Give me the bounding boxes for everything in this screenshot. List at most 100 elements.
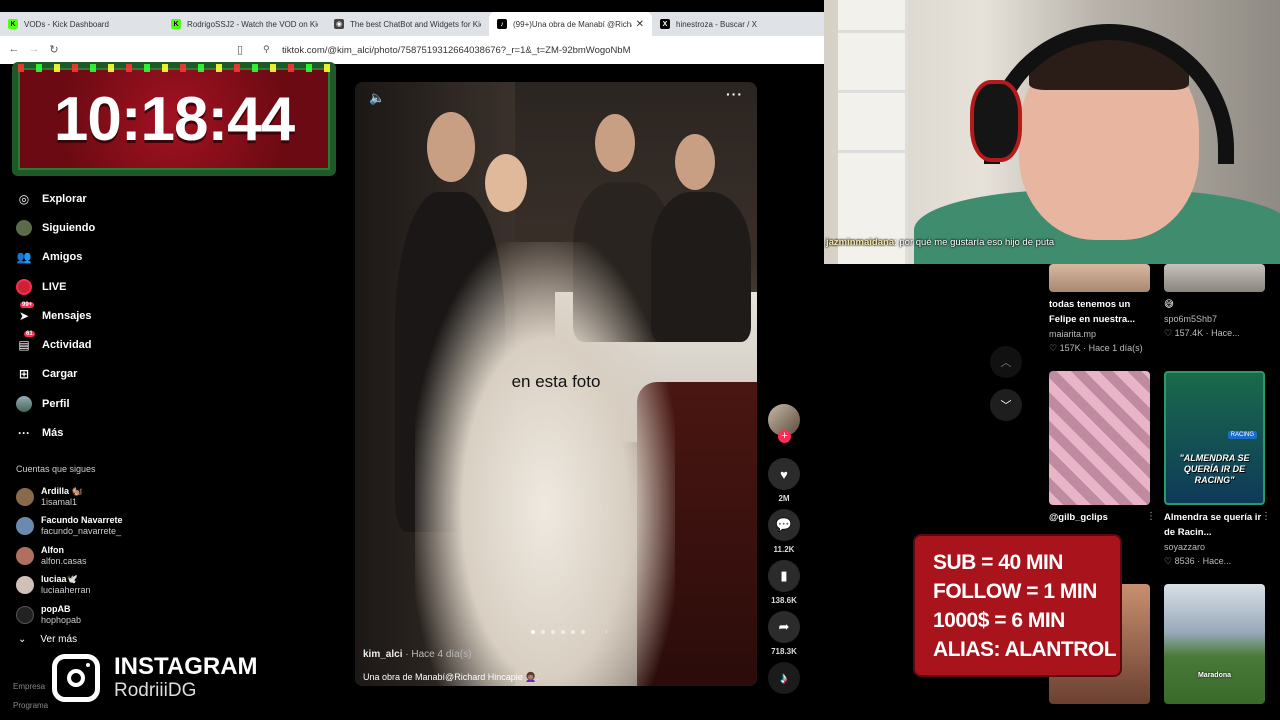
thumbnail-text: Maradona	[1197, 672, 1232, 679]
following-header: Cuentas que sigues	[16, 464, 96, 474]
more-options-icon[interactable]: ⋮	[1146, 511, 1156, 522]
more-options-icon[interactable]: ⋮	[1261, 511, 1271, 522]
sidebar-item-perfil[interactable]: Perfil	[16, 389, 95, 418]
following-item[interactable]: luciaa🕊️ luciaaherran	[16, 571, 123, 601]
avatar	[16, 487, 34, 506]
stream-screen: K VODs - Kick Dashboard K RodrigoSSJ2 - …	[0, 0, 1280, 720]
comment-count: 11.2K	[773, 545, 795, 554]
avatar	[16, 605, 34, 624]
share-icon: ➦	[768, 611, 800, 643]
sidebar-item-mas[interactable]: ··· Más	[16, 418, 95, 447]
video-thumbnail[interactable]	[1164, 264, 1265, 292]
previous-post-button[interactable]: ︿	[990, 346, 1022, 378]
carousel-dot[interactable]	[531, 629, 535, 634]
tab-kick-vods[interactable]: K VODs - Kick Dashboard	[0, 12, 163, 36]
following-item[interactable]: popAB hophopab	[16, 600, 123, 630]
back-icon[interactable]: ←	[4, 43, 24, 55]
timer-clock: 10:18:44	[53, 84, 295, 154]
sidebar-item-actividad[interactable]: ▤ 61 Actividad	[16, 330, 95, 359]
close-tab-icon[interactable]: ✕	[636, 19, 644, 30]
sidebar-item-live[interactable]: LIVE	[16, 272, 95, 301]
save-button[interactable]: ▮ 138.6K	[766, 560, 802, 605]
carousel-dot[interactable]	[571, 629, 575, 634]
post-actions: + ♥ 2M 💬 11.2K ▮ 138.6K ➦ 718.3K ♪	[766, 404, 802, 694]
kick-icon: K	[8, 19, 18, 29]
tiktok-icon[interactable]: ♪	[768, 662, 800, 694]
sub-goals-overlay: SUB = 40 MIN FOLLOW = 1 MIN 1000$ = 6 MI…	[913, 534, 1122, 677]
tab-chatbot[interactable]: ◉ The best ChatBot and Widgets for Kick	[326, 12, 489, 36]
author-name[interactable]: kim_alci	[363, 649, 402, 660]
christmas-lights	[18, 64, 330, 72]
address-bar: ← → ↻ ▯ ⚲ tiktok.com/@kim_alci/photo/758…	[0, 36, 824, 64]
carousel-dot[interactable]	[561, 629, 565, 634]
bookmark-icon[interactable]: ▯	[237, 43, 243, 56]
video-card[interactable]: @gilb_gclips continuación... ⋮	[1049, 371, 1156, 525]
video-thumbnail[interactable]	[1049, 264, 1150, 292]
avatar	[16, 517, 34, 536]
like-button[interactable]: ♥ 2M	[766, 458, 802, 503]
site-settings-icon[interactable]: ⚲	[263, 44, 270, 55]
sidebar-footer: Empresa Programa	[13, 682, 49, 710]
instagram-icon	[52, 654, 100, 702]
sidebar-nav: ◎ Explorar Siguiendo 👥 Amigos LIVE ➤ 99+ …	[16, 184, 95, 448]
stream-timer: 10:18:44	[12, 62, 336, 176]
x-icon: X	[660, 19, 670, 29]
tab-tiktok[interactable]: ♪ (99+)Una obra de Manabí @Richard ✕	[489, 12, 652, 36]
profile-icon	[16, 395, 32, 412]
messages-icon: ➤ 99+	[18, 301, 35, 323]
carousel-dot[interactable]	[581, 629, 585, 634]
see-more-button[interactable]: ⌄ Ver más	[18, 634, 77, 645]
thumbnail-text: "ALMENDRA SE QUERÍA IR DE RACING"	[1179, 453, 1250, 485]
compass-icon: ◎	[18, 191, 30, 206]
reload-icon[interactable]: ↻	[44, 43, 64, 56]
video-card[interactable]: 😅 spo6m5Shb7 ♡ 157.4K · Hace...	[1164, 264, 1265, 340]
chevron-down-icon: ﹀	[1000, 400, 1012, 412]
sidebar-item-siguiendo[interactable]: Siguiendo	[16, 213, 95, 242]
following-icon	[16, 219, 32, 236]
video-thumbnail[interactable]	[1049, 371, 1150, 505]
following-item[interactable]: Facundo Navarrete facundo_navarrete_	[16, 512, 123, 542]
author-avatar[interactable]: +	[768, 404, 800, 443]
sidebar-item-explorar[interactable]: ◎ Explorar	[16, 184, 95, 213]
more-icon: ···	[18, 426, 30, 441]
avatar	[16, 546, 34, 565]
comment-button[interactable]: 💬 11.2K	[766, 509, 802, 554]
instagram-title: INSTAGRAM	[114, 653, 258, 680]
racing-badge: RACING	[1227, 431, 1257, 439]
chat-user: jazminmaidana	[826, 237, 895, 248]
tab-kick-vod[interactable]: K RodrigoSSJ2 - Watch the VOD on Kick	[163, 12, 326, 36]
post-photo[interactable]: 🔈 ··· en esta foto › kim_alci · Hace 4 d…	[355, 82, 757, 686]
video-thumbnail[interactable]: Maradona	[1164, 584, 1265, 704]
tab-x-search[interactable]: X hinestroza - Buscar / X	[652, 12, 815, 36]
video-card[interactable]: RACING "ALMENDRA SE QUERÍA IR DE RACING"…	[1164, 371, 1271, 568]
share-button[interactable]: ➦ 718.3K	[766, 611, 802, 656]
video-thumbnail[interactable]: RACING "ALMENDRA SE QUERÍA IR DE RACING"	[1164, 371, 1265, 505]
carousel-dots[interactable]: ›	[531, 627, 608, 636]
carousel-dot[interactable]	[551, 629, 555, 634]
sidebar-item-mensajes[interactable]: ➤ 99+ Mensajes	[16, 301, 95, 330]
save-count: 138.6K	[771, 596, 797, 605]
chevron-right-icon[interactable]: ›	[605, 627, 608, 636]
follow-plus-icon[interactable]: +	[778, 430, 791, 443]
friends-icon: 👥	[16, 250, 32, 265]
more-options-icon[interactable]: ···	[726, 86, 743, 102]
next-post-button[interactable]: ﹀	[990, 389, 1022, 421]
following-item[interactable]: Ardilla 🐿️ 1isamal1	[16, 482, 123, 512]
kick-icon: K	[171, 19, 181, 29]
video-card[interactable]: Maradona	[1164, 584, 1265, 704]
chat-message: jazminmaidana: por qué me gustaría eso h…	[826, 236, 1056, 250]
bot-icon: ◉	[334, 19, 344, 29]
sidebar-item-amigos[interactable]: 👥 Amigos	[16, 243, 95, 272]
instagram-handle: RodriiiDG	[114, 680, 197, 701]
mute-icon[interactable]: 🔈	[369, 90, 385, 106]
forward-icon[interactable]: →	[24, 43, 44, 55]
chevron-up-icon: ︿	[1000, 357, 1012, 369]
carousel-dot[interactable]	[541, 629, 545, 634]
following-list: Ardilla 🐿️ 1isamal1 Facundo Navarrete facu…	[16, 482, 123, 630]
url-field[interactable]: tiktok.com/@kim_alci/photo/7587519312664…	[282, 45, 631, 56]
video-card[interactable]: todas tenemos un Felipe en nuestra... ma…	[1049, 264, 1150, 355]
sidebar-item-cargar[interactable]: ⊞ Cargar	[16, 360, 95, 389]
following-item[interactable]: Alfon alfon.casas	[16, 541, 123, 571]
instagram-overlay: INSTAGRAM RodriiiDG	[52, 654, 258, 702]
activity-badge: 61	[24, 331, 35, 338]
